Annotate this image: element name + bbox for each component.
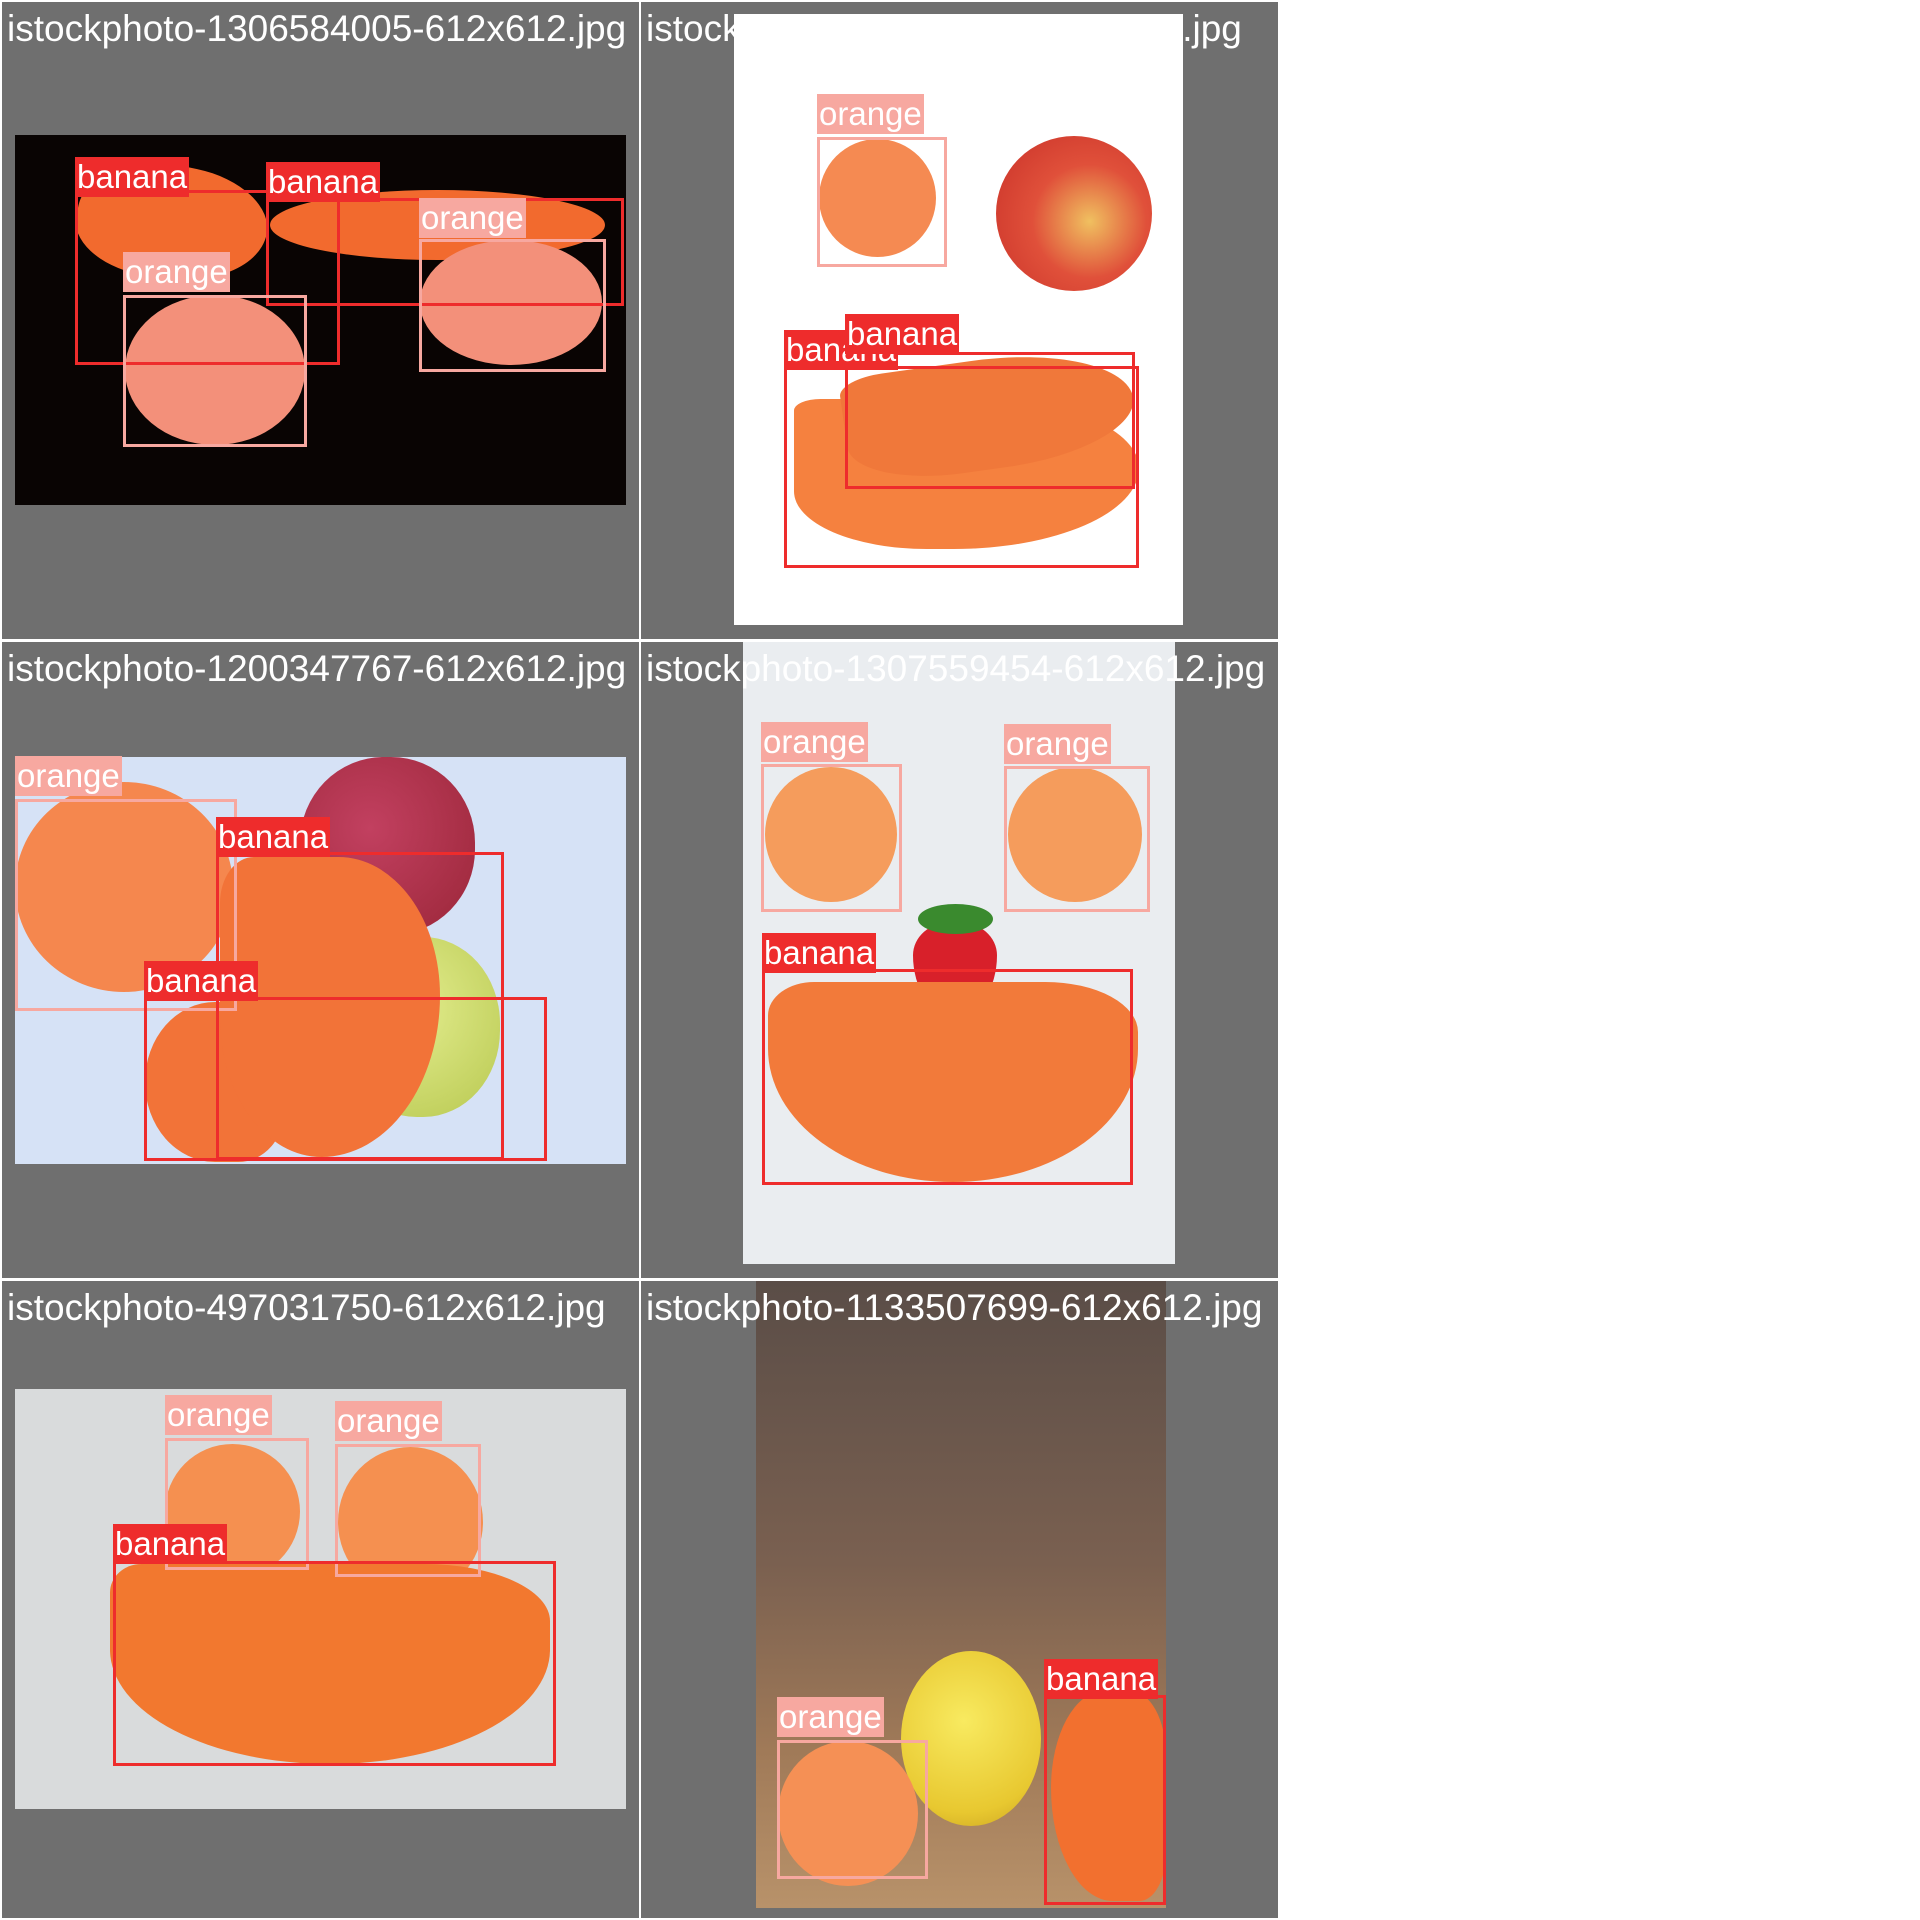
bbox-orange [777, 1740, 928, 1879]
label-orange: orange [123, 252, 230, 292]
bbox-banana [845, 352, 1135, 489]
label-banana: banana [113, 1524, 228, 1564]
tile-5[interactable]: istockphoto-497031750-612x612.jpg orange… [2, 1281, 639, 1918]
label-orange: orange [761, 722, 868, 762]
tile-title: istockphoto-1307559454-612x612.jpg [646, 648, 1266, 689]
tile-6[interactable]: istockphoto-1133507699-612x612.jpg banan… [641, 1281, 1278, 1918]
tile-2[interactable]: istockphoto-118368626-612x612.jpg orange… [641, 2, 1278, 639]
label-banana: banana [845, 314, 960, 354]
apple-shape [996, 136, 1152, 291]
label-orange: orange [817, 94, 924, 134]
label-orange: orange [419, 198, 526, 238]
bbox-orange [419, 239, 606, 372]
label-orange: orange [165, 1395, 272, 1435]
bbox-orange [1004, 766, 1150, 912]
label-banana: banana [216, 817, 331, 857]
tile-title: istockphoto-497031750-612x612.jpg [7, 1287, 606, 1328]
label-banana: banana [762, 933, 877, 973]
label-orange: orange [335, 1401, 442, 1441]
tile-1[interactable]: istockphoto-1306584005-612x612.jpg banan… [2, 2, 639, 639]
tile-3[interactable]: istockphoto-1200347767-612x612.jpg orang… [2, 642, 639, 1278]
tile-title: istockphoto-118368626-612x612.jpg [646, 8, 1242, 49]
bbox-banana [113, 1561, 556, 1766]
label-orange: orange [1004, 724, 1111, 764]
mosaic-grid: istockphoto-1306584005-612x612.jpg banan… [0, 0, 1282, 1920]
label-banana: banana [1044, 1659, 1159, 1699]
label-orange: orange [777, 1697, 884, 1737]
tile-title: istockphoto-1200347767-612x612.jpg [7, 648, 627, 689]
bbox-orange [335, 1444, 481, 1577]
label-banana: banana [75, 157, 190, 197]
label-orange: orange [15, 756, 122, 796]
label-banana: banana [266, 162, 381, 202]
leaf-shape [918, 904, 993, 934]
label-banana: banana [144, 961, 259, 1001]
tile-4[interactable]: istockphoto-1307559454-612x612.jpg orang… [641, 642, 1278, 1278]
bbox-orange [817, 137, 947, 267]
bbox-banana [1044, 1695, 1166, 1905]
bbox-banana [144, 997, 547, 1161]
tile-title: istockphoto-1306584005-612x612.jpg [7, 8, 627, 49]
bbox-orange [123, 295, 307, 447]
bbox-orange [761, 764, 902, 912]
bbox-banana [762, 969, 1133, 1185]
tile-title: istockphoto-1133507699-612x612.jpg [646, 1287, 1263, 1328]
